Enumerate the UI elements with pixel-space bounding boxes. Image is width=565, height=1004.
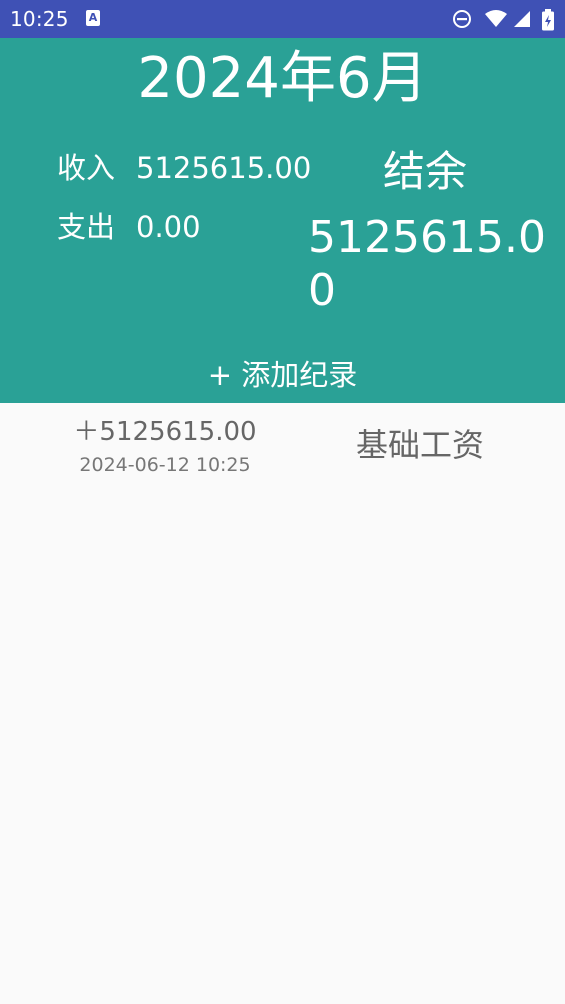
battery-icon	[542, 9, 554, 31]
add-record-button[interactable]: + 添加纪录	[0, 355, 565, 395]
income-value: 5125615.00	[136, 151, 312, 185]
record-amount: ＋5125615.00	[73, 417, 257, 447]
do-not-disturb-icon	[453, 10, 471, 28]
app-notification-icon: A	[86, 10, 100, 26]
record-time: 2024-06-12 10:25	[79, 454, 251, 476]
income-label: 收入	[57, 151, 116, 185]
app-badge-letter: A	[88, 11, 98, 24]
record-category: 基础工资	[355, 426, 484, 464]
balance-value: 5125615.00	[308, 212, 546, 316]
wifi-icon	[485, 10, 507, 27]
status-time: 10:25	[10, 7, 69, 31]
record-list: ＋5125615.00 2024-06-12 10:25 基础工资	[0, 403, 565, 1004]
expense-label: 支出	[57, 210, 116, 244]
month-title[interactable]: 2024年6月	[0, 45, 565, 113]
status-bar: 10:25 A	[0, 0, 565, 38]
balance-label: 结余	[382, 147, 467, 196]
list-item[interactable]: ＋5125615.00 2024-06-12 10:25 基础工资	[0, 403, 565, 483]
expense-value: 0.00	[136, 210, 201, 244]
summary-header: 2024年6月 收入 5125615.00 支出 0.00 结余 5125615…	[0, 38, 565, 403]
cell-signal-icon	[514, 11, 530, 27]
